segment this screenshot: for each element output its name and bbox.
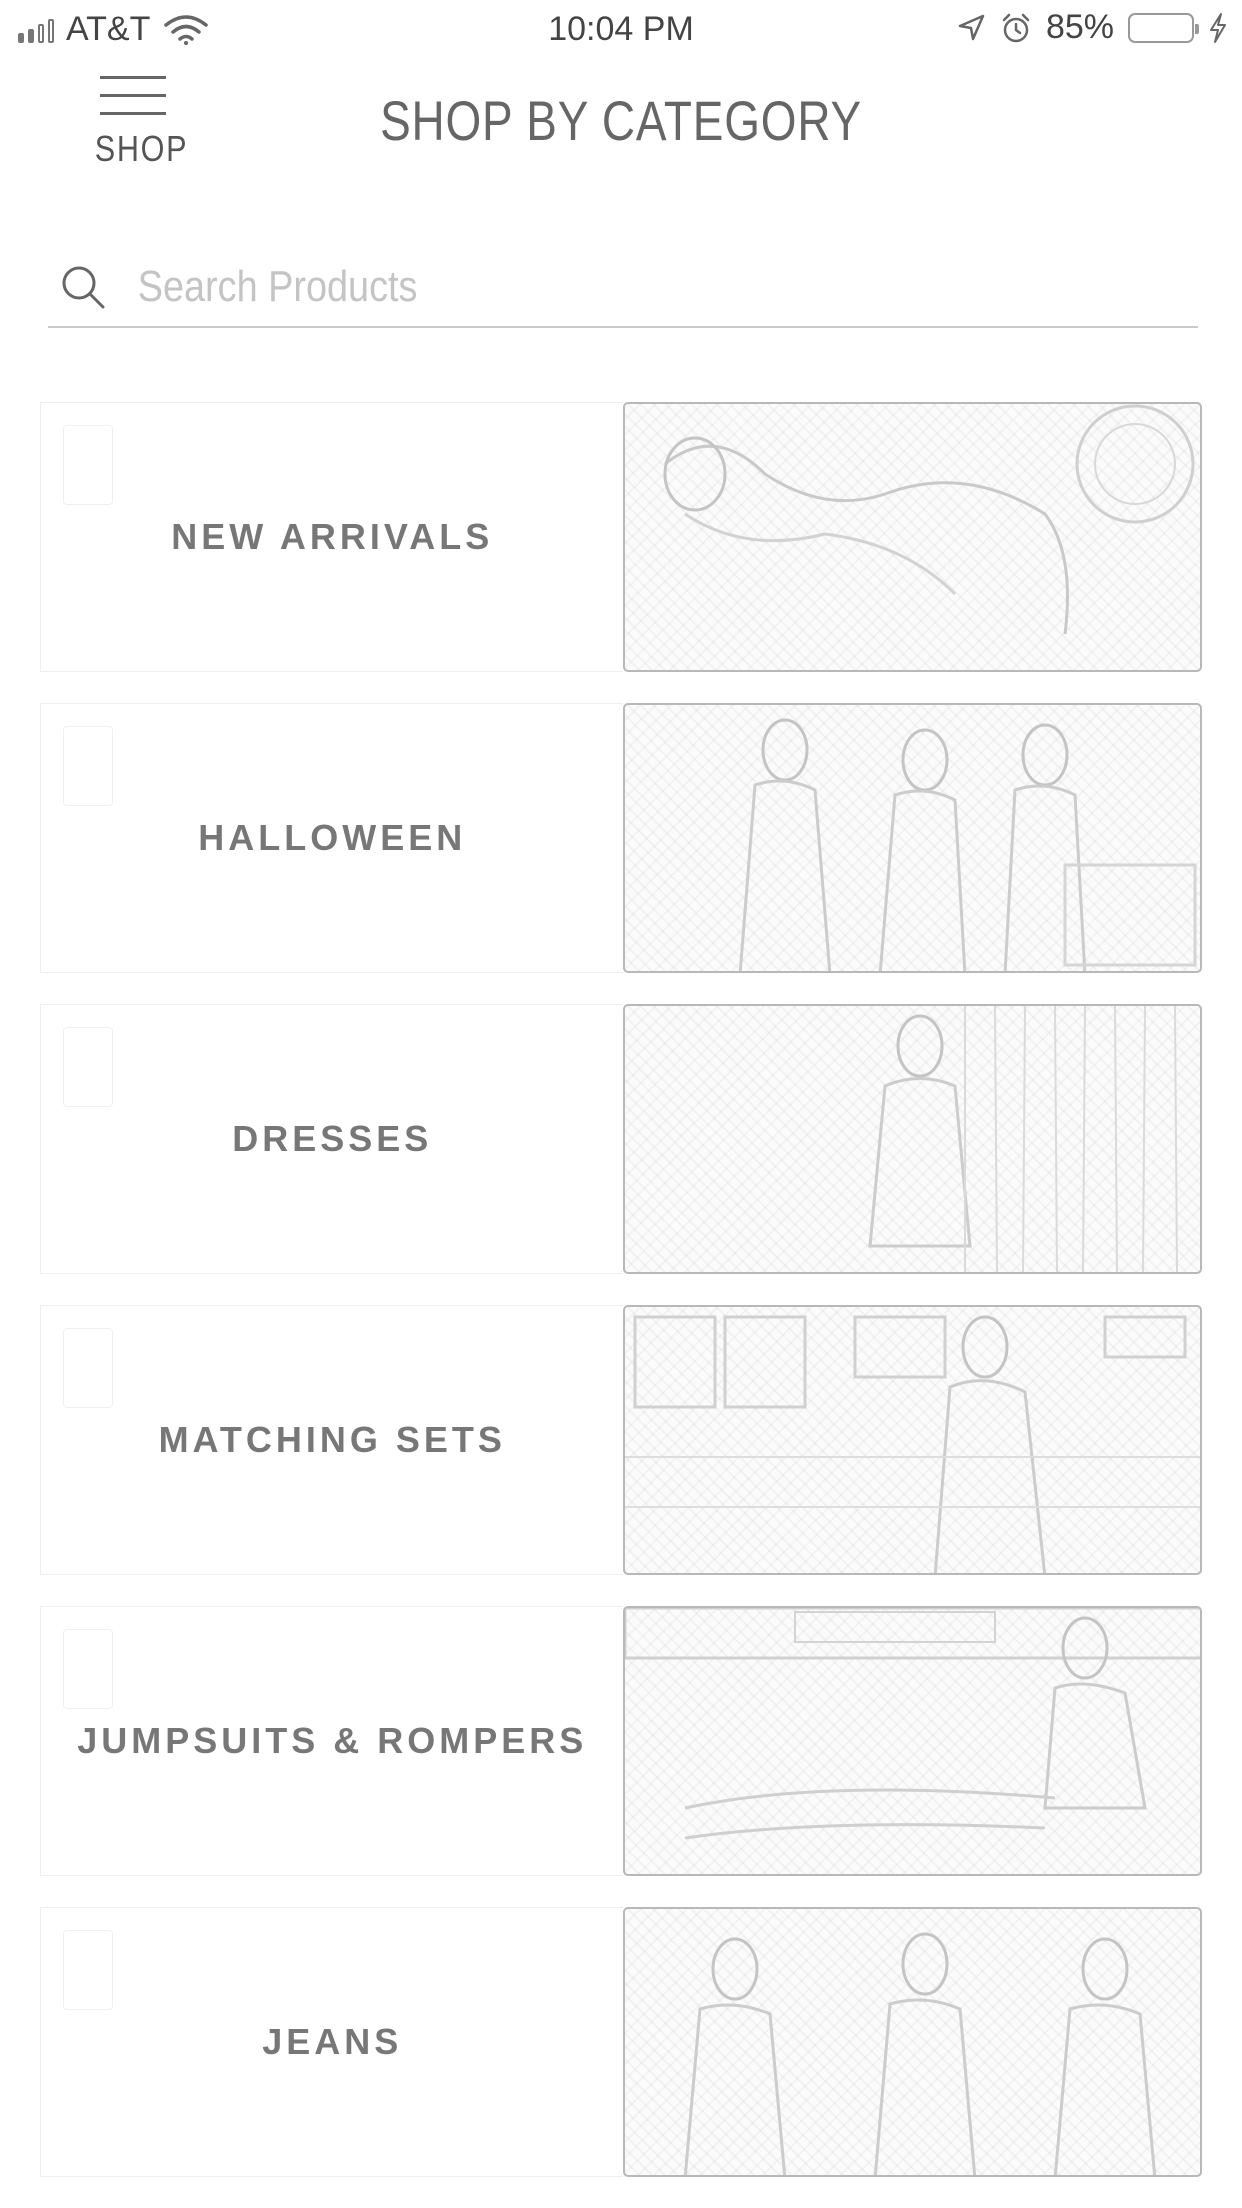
category-image-sketch bbox=[684, 1932, 1157, 2175]
category-card-left: NEW ARRIVALS bbox=[40, 402, 624, 672]
category-image-sketch bbox=[625, 1315, 1201, 1573]
category-card-new-arrivals[interactable]: NEW ARRIVALS bbox=[40, 402, 1202, 672]
location-arrow-icon bbox=[958, 14, 985, 40]
category-image bbox=[623, 1606, 1202, 1876]
search-icon bbox=[62, 266, 105, 309]
alarm-icon bbox=[1002, 13, 1030, 42]
category-image bbox=[623, 1305, 1202, 1575]
category-card-left: MATCHING SETS bbox=[40, 1305, 624, 1575]
category-image-sketch bbox=[868, 1006, 1179, 1272]
category-card-jeans[interactable]: JEANS bbox=[40, 1907, 1202, 2177]
category-image bbox=[623, 703, 1202, 973]
category-image-sketch bbox=[663, 404, 1195, 635]
category-label: JEANS bbox=[262, 2021, 403, 2062]
category-image bbox=[623, 1004, 1202, 1274]
category-card-jumpsuits-rompers[interactable]: JUMPSUITS & ROMPERS bbox=[40, 1606, 1202, 1876]
status-right: 85% bbox=[956, 8, 1228, 47]
category-card-left: HALLOWEEN bbox=[40, 703, 624, 973]
search-input[interactable] bbox=[136, 261, 914, 313]
battery-percent: 85% bbox=[1045, 8, 1114, 46]
category-label: JUMPSUITS & ROMPERS bbox=[77, 1720, 588, 1761]
status-bar: AT&T 10:04 PM 85% bbox=[0, 0, 1242, 60]
category-label: MATCHING SETS bbox=[158, 1419, 506, 1460]
category-image bbox=[623, 1907, 1202, 2177]
category-label: NEW ARRIVALS bbox=[171, 516, 494, 557]
category-image bbox=[623, 402, 1202, 672]
category-card-left: JEANS bbox=[40, 1907, 624, 2177]
category-image-sketch bbox=[739, 718, 1197, 971]
category-label: DRESSES bbox=[232, 1118, 433, 1159]
category-card-dresses[interactable]: DRESSES bbox=[40, 1004, 1202, 1274]
battery-icon bbox=[1128, 12, 1199, 43]
category-label: HALLOWEEN bbox=[198, 817, 467, 858]
category-card-left: DRESSES bbox=[40, 1004, 624, 1274]
category-image-sketch bbox=[625, 1608, 1201, 1840]
category-list: NEW ARRIVALS HALLOWEEN DRESSES MATCHING … bbox=[40, 402, 1202, 2208]
charging-bolt-icon bbox=[1210, 12, 1226, 43]
page-title: SHOP BY CATEGORY bbox=[380, 89, 862, 152]
category-card-matching-sets[interactable]: MATCHING SETS bbox=[40, 1305, 1202, 1575]
search-bar[interactable] bbox=[48, 248, 1198, 328]
category-card-left: JUMPSUITS & ROMPERS bbox=[40, 1606, 624, 1876]
category-card-halloween[interactable]: HALLOWEEN bbox=[40, 703, 1202, 973]
